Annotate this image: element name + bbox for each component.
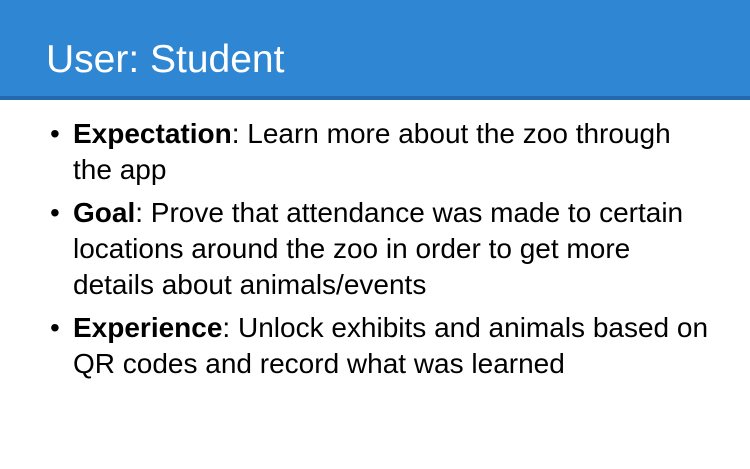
bullet-dot-icon: • bbox=[50, 312, 60, 343]
bullet-item-goal: • Goal: Prove that attendance was made to… bbox=[0, 195, 750, 303]
bullet-dot-icon: • bbox=[50, 118, 60, 149]
bullet-dot-icon: • bbox=[50, 197, 60, 228]
bullet-item-experience: • Experience: Unlock exhibits and animals… bbox=[0, 310, 750, 382]
bullet-term: Expectation bbox=[73, 118, 232, 149]
title-bar: User: Student bbox=[0, 0, 750, 100]
bullet-term: Goal bbox=[73, 197, 136, 228]
bullet-list: • Expectation: Learn more about the zoo t… bbox=[0, 116, 750, 389]
bullet-term: Experience bbox=[73, 312, 223, 343]
slide: User: Student • Expectation: Learn more a… bbox=[0, 0, 750, 469]
bullet-text: : Prove that attendance was made to cert… bbox=[73, 197, 684, 300]
slide-title: User: Student bbox=[46, 38, 285, 81]
bullet-item-expectation: • Expectation: Learn more about the zoo t… bbox=[0, 116, 750, 188]
